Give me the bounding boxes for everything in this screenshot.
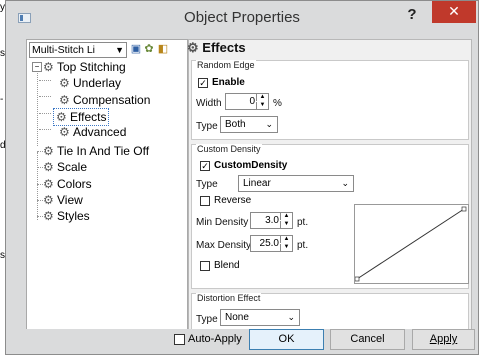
apply-label: Apply	[429, 333, 458, 345]
width-label: Width	[196, 98, 222, 109]
distortion-type-select[interactable]: None ⌄	[220, 309, 300, 326]
save-icon[interactable]: ▣	[130, 43, 142, 55]
tree-expander[interactable]: −	[32, 62, 42, 72]
tree-item-styles[interactable]: ⚙ Styles	[43, 208, 90, 224]
title-bar[interactable]: Object Properties ? ✕	[6, 1, 478, 34]
gear-icon: ⚙	[43, 160, 54, 174]
blend-label: Blend	[214, 260, 240, 271]
close-button[interactable]: ✕	[432, 1, 476, 23]
gear-icon: ⚙	[59, 125, 70, 139]
chevron-down-icon: ⌄	[265, 119, 273, 129]
min-density-stepper[interactable]: 3.0 ▲ ▼	[250, 212, 293, 229]
gear-arrow-icon[interactable]: ✿	[143, 43, 155, 55]
cd-type-label: Type	[196, 179, 218, 190]
blend-checkbox[interactable]	[200, 261, 210, 271]
apply-button[interactable]: Apply	[412, 329, 475, 350]
gear-icon: ⚙	[187, 40, 199, 55]
custom-density-title: Custom Density	[196, 144, 262, 154]
gear-icon: ⚙	[56, 110, 67, 124]
category-tree-pane: Multi-Stitch Li ▼ ▣ ✿ ◧ − ⚙ Top Stitching…	[26, 39, 188, 334]
width-value: 0	[249, 96, 255, 107]
tree-item-underlay[interactable]: ⚙ Underlay	[59, 75, 121, 91]
width-stepper[interactable]: 0 ▲ ▼	[225, 93, 269, 110]
tree-item-label: Underlay	[73, 76, 122, 90]
width-unit: %	[273, 98, 282, 109]
tree-item-compensation[interactable]: ⚙ Compensation	[59, 92, 150, 108]
tree-item-colors[interactable]: ⚙ Colors	[43, 176, 92, 192]
custom-density-type-select[interactable]: Linear ⌄	[238, 175, 354, 192]
side-char-3: -	[0, 94, 4, 105]
chevron-down-icon: ⌄	[287, 312, 295, 322]
min-density-label: Min Density	[196, 217, 249, 228]
chevron-down-icon: ⌄	[341, 178, 349, 188]
tree-item-label: Compensation	[73, 93, 151, 107]
min-density-unit: pt.	[297, 217, 309, 228]
enable-label: Enable	[212, 77, 245, 88]
auto-apply-checkbox[interactable]	[174, 334, 185, 345]
tree-item-label: Styles	[57, 209, 90, 223]
random-edge-title: Random Edge	[196, 60, 256, 70]
mode-dropdown-value: Multi-Stitch Li	[32, 44, 96, 56]
density-curve-preview	[354, 204, 469, 284]
tree-item-label: Top Stitching	[57, 60, 126, 74]
gear-icon: ⚙	[43, 193, 54, 207]
max-density-unit: pt.	[297, 240, 309, 251]
max-density-label: Max Density	[196, 240, 252, 251]
dialog-button-bar: Auto-Apply OK Cancel Apply	[6, 329, 478, 354]
spin-up-icon[interactable]: ▲	[280, 213, 292, 220]
enable-checkbox[interactable]: ✓	[198, 78, 208, 88]
max-density-stepper[interactable]: 25.0 ▲ ▼	[250, 235, 293, 252]
gear-icon: ⚙	[43, 177, 54, 191]
effects-pane: ⚙ Effects Random Edge ✓ Enable Width 0 ▲…	[187, 39, 472, 334]
help-button[interactable]: ?	[401, 4, 423, 26]
random-edge-type-value: Both	[225, 119, 246, 130]
distortion-title: Distortion Effect	[196, 293, 262, 303]
distortion-type-value: None	[225, 312, 249, 323]
object-properties-window: Object Properties ? ✕ Multi-Stitch Li ▼ …	[5, 0, 479, 355]
random-edge-group: Random Edge ✓ Enable Width 0 ▲ ▼ % Type …	[191, 60, 469, 140]
custom-density-label: CustomDensity	[214, 160, 288, 171]
spin-down-icon[interactable]: ▼	[256, 102, 268, 109]
max-density-value: 25.0	[259, 238, 279, 249]
effects-header-label: Effects	[202, 40, 246, 55]
reverse-label: Reverse	[214, 195, 252, 206]
ok-button[interactable]: OK	[249, 329, 324, 350]
gear-icon: ⚙	[43, 60, 54, 74]
gear-icon: ⚙	[43, 144, 54, 158]
effects-header: ⚙ Effects	[187, 40, 246, 56]
tree-item-label: View	[57, 193, 83, 207]
spin-up-icon[interactable]: ▲	[280, 236, 292, 243]
tree-item-label: Scale	[57, 160, 88, 174]
custom-density-type-value: Linear	[243, 178, 271, 189]
tree-item-label: Effects	[70, 110, 107, 124]
density-curve-graph	[354, 206, 467, 282]
mode-dropdown[interactable]: Multi-Stitch Li ▼	[29, 42, 127, 58]
random-edge-type-select[interactable]: Both ⌄	[220, 116, 278, 133]
auto-apply-label: Auto-Apply	[188, 333, 242, 345]
distortion-effect-group: Distortion Effect Type None ⌄	[191, 293, 469, 331]
custom-density-checkbox[interactable]: ✓	[200, 161, 210, 171]
type-label: Type	[196, 121, 218, 132]
cancel-button[interactable]: Cancel	[330, 329, 405, 350]
spin-down-icon[interactable]: ▼	[280, 244, 292, 251]
tree-item-top-stitching[interactable]: ⚙ Top Stitching	[43, 59, 126, 75]
distortion-type-label: Type	[196, 314, 218, 325]
gear-icon: ⚙	[43, 209, 54, 223]
tree-item-scale[interactable]: ⚙ Scale	[43, 159, 87, 175]
tree-item-view[interactable]: ⚙ View	[43, 192, 83, 208]
paste-icon[interactable]: ◧	[157, 43, 169, 55]
gear-icon: ⚙	[59, 76, 70, 90]
tree-item-label: Tie In And Tie Off	[57, 144, 150, 158]
tree-item-advanced[interactable]: ⚙ Advanced	[59, 124, 126, 140]
tree-item-tie-in-tie-off[interactable]: ⚙ Tie In And Tie Off	[43, 143, 149, 159]
min-density-value: 3.0	[265, 215, 279, 226]
chevron-down-icon: ▼	[115, 45, 124, 55]
tree-item-label: Advanced	[73, 125, 127, 139]
tree-item-label: Colors	[57, 177, 92, 191]
reverse-checkbox[interactable]	[200, 196, 210, 206]
spin-down-icon[interactable]: ▼	[280, 221, 292, 228]
gear-icon: ⚙	[59, 93, 70, 107]
spin-up-icon[interactable]: ▲	[256, 94, 268, 101]
